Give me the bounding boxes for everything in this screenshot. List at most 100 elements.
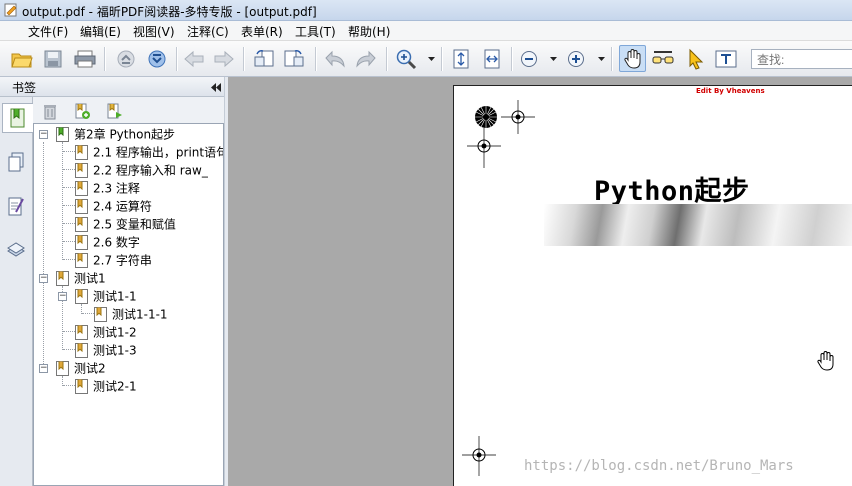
bookmark-icon <box>94 307 107 322</box>
annotations-tab[interactable] <box>2 191 30 221</box>
toolbar-separator <box>243 47 244 71</box>
chapter-title: Python起步 <box>594 176 750 207</box>
print-icon[interactable] <box>73 47 97 71</box>
bookmark-item[interactable]: 2.5 变量和赋值 <box>75 215 176 233</box>
tree-connector <box>63 331 75 332</box>
open-folder-icon[interactable] <box>10 47 34 71</box>
tree-connector <box>63 151 75 152</box>
add-bookmark-icon[interactable] <box>73 102 91 120</box>
pages-tab[interactable] <box>2 147 30 177</box>
bookmark-icon <box>56 361 69 376</box>
bookmark-panel-title: 书签 <box>12 81 37 95</box>
toolbar-separator <box>104 47 105 71</box>
collapse-toggle[interactable]: − <box>39 274 48 283</box>
tree-connector <box>63 169 75 170</box>
bookmark-item[interactable]: 测试1-3 <box>75 341 137 359</box>
zoom-in-plus-icon[interactable] <box>564 47 588 71</box>
collapse-panel-icon[interactable] <box>211 81 221 95</box>
menu-file[interactable]: 文件(F) <box>26 23 70 40</box>
zoom-in-dropdown-icon[interactable] <box>598 55 605 62</box>
bookmark-icon <box>75 379 88 394</box>
menu-view[interactable]: 视图(V) <box>131 23 177 40</box>
tree-connector <box>43 142 44 372</box>
undo-icon[interactable] <box>323 47 347 71</box>
bookmark-panel-header: 书签 <box>0 77 227 97</box>
fit-width-icon[interactable] <box>480 47 504 71</box>
tree-connector <box>63 223 75 224</box>
tree-connector <box>63 259 75 260</box>
last-page-icon[interactable] <box>145 47 169 71</box>
crosshair-mark-icon <box>462 436 496 476</box>
collapse-toggle[interactable]: − <box>58 292 67 301</box>
menu-edit[interactable]: 编辑(E) <box>78 23 123 40</box>
bookmark-item[interactable]: 2.1 程序输出，print语句 <box>75 143 223 161</box>
bookmark-item[interactable]: 测试1-1-1 <box>94 305 168 323</box>
hand-tool-icon[interactable] <box>619 45 646 72</box>
zoom-dropdown-icon[interactable] <box>428 55 435 62</box>
bookmark-item[interactable]: 2.3 注释 <box>75 179 140 197</box>
layers-tab[interactable] <box>2 235 30 265</box>
crosshair-mark-icon <box>467 128 501 168</box>
tree-connector <box>63 205 75 206</box>
save-icon[interactable] <box>41 47 65 71</box>
bookmark-item[interactable]: 第2章 Python起步 <box>56 125 175 143</box>
main-toolbar <box>0 41 852 77</box>
pdf-page[interactable]: Edit By Vheavens Python起步 https://blog.c… <box>453 85 852 486</box>
zoom-in-icon[interactable] <box>394 47 418 71</box>
menu-bar: 文件(F) 编辑(E) 视图(V) 注释(C) 表单(R) 工具(T) 帮助(H… <box>0 21 852 41</box>
tree-connector <box>63 187 75 188</box>
zoom-out-dropdown-icon[interactable] <box>550 55 557 62</box>
foxit-app-icon[interactable] <box>4 3 18 17</box>
side-nav-strip <box>0 77 33 486</box>
collapse-toggle[interactable]: − <box>39 130 48 139</box>
bookmark-icon <box>75 253 88 268</box>
bookmark-item[interactable]: 测试1-1 <box>75 287 137 305</box>
forward-arrow-icon[interactable] <box>212 47 236 71</box>
collapse-toggle[interactable]: − <box>39 364 48 373</box>
back-arrow-icon[interactable] <box>182 47 206 71</box>
first-page-icon[interactable] <box>114 47 138 71</box>
toolbar-separator <box>441 47 442 71</box>
toolbar-separator <box>315 47 316 71</box>
text-tool-icon[interactable] <box>714 47 738 71</box>
bookmark-item[interactable]: 测试1 <box>56 269 106 287</box>
search-input[interactable] <box>751 49 852 69</box>
watermark-url: https://blog.csdn.net/Bruno_Mars <box>524 458 794 474</box>
bookmark-item[interactable]: 2.2 程序输入和 raw_ <box>75 161 208 179</box>
bookmark-item[interactable]: 测试1-2 <box>75 323 137 341</box>
menu-tools[interactable]: 工具(T) <box>293 23 338 40</box>
menu-form[interactable]: 表单(R) <box>239 23 285 40</box>
select-arrow-icon[interactable] <box>684 47 708 71</box>
bookmark-item[interactable]: 测试2-1 <box>75 377 137 395</box>
tree-connector <box>62 142 63 260</box>
hand-cursor-icon <box>817 350 834 371</box>
fit-page-icon[interactable] <box>449 47 473 71</box>
menu-help[interactable]: 帮助(H) <box>346 23 392 40</box>
bookmark-item[interactable]: 测试2 <box>56 359 106 377</box>
delete-bookmark-icon[interactable] <box>41 102 59 120</box>
bookmark-item[interactable]: 2.4 运算符 <box>75 197 152 215</box>
bookmark-icon <box>56 271 69 286</box>
expand-bookmark-icon[interactable] <box>105 102 123 120</box>
rotate-counterclockwise-icon[interactable] <box>252 47 276 71</box>
menu-annotate[interactable]: 注释(C) <box>185 23 231 40</box>
select-text-icon[interactable] <box>651 47 675 71</box>
tree-connector <box>63 349 75 350</box>
bookmarks-tab[interactable] <box>2 103 33 133</box>
bookmark-item[interactable]: 2.6 数字 <box>75 233 140 251</box>
toolbar-separator <box>611 47 612 71</box>
decorative-banner-image <box>544 204 852 246</box>
redo-icon[interactable] <box>354 47 378 71</box>
zoom-out-minus-icon[interactable] <box>517 47 541 71</box>
bookmark-toolbar <box>33 97 227 123</box>
bookmark-icon <box>75 235 88 250</box>
bookmark-tree: − 第2章 Python起步 2.1 程序输出，print语句 2.2 程序输入… <box>33 123 224 486</box>
crosshair-mark-icon <box>501 100 535 134</box>
rotate-clockwise-icon[interactable] <box>282 47 306 71</box>
bookmark-green-icon <box>56 127 69 142</box>
toolbar-separator <box>176 47 177 71</box>
tree-connector <box>63 241 75 242</box>
bookmark-icon <box>75 343 88 358</box>
tree-connector <box>63 385 75 386</box>
bookmark-item[interactable]: 2.7 字符串 <box>75 251 152 269</box>
